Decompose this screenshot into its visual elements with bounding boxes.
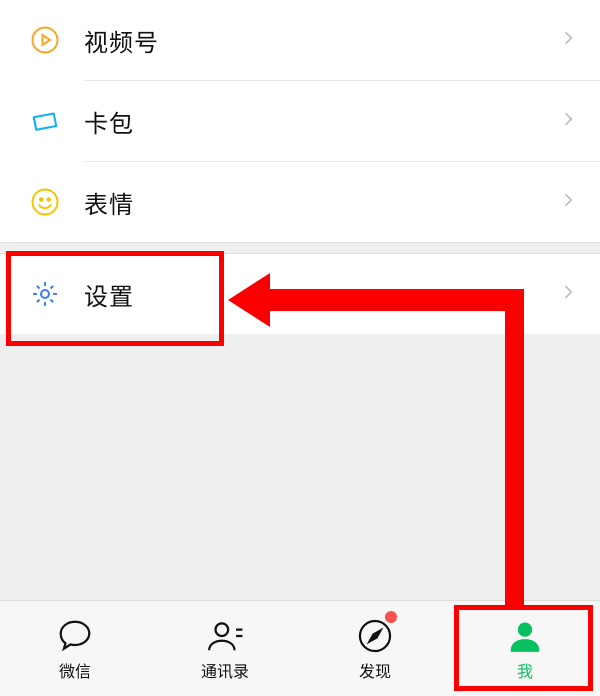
tab-chats[interactable]: 微信 [0,601,150,696]
notification-dot-icon [385,611,397,623]
person-icon [505,616,545,656]
menu-group-features: 视频号 卡包 表情 [0,0,600,242]
contacts-icon [205,616,245,656]
menu-group-settings: 设置 [0,254,600,334]
menu-item-label: 卡包 [84,104,558,139]
smile-icon [28,185,62,219]
chevron-right-icon [558,190,578,215]
annotation-arrow-stem [505,289,524,609]
tab-discover[interactable]: 发现 [300,601,450,696]
tab-contacts[interactable]: 通讯录 [150,601,300,696]
menu-item-channels[interactable]: 视频号 [0,0,600,80]
menu-item-stickers[interactable]: 表情 [0,162,600,242]
menu-item-label: 表情 [84,185,558,220]
menu-item-label: 视频号 [84,23,558,58]
menu-item-label: 设置 [84,277,558,312]
menu-item-settings[interactable]: 设置 [0,254,600,334]
chat-bubble-icon [55,616,95,656]
tab-label: 微信 [59,658,91,682]
channels-icon [28,23,62,57]
tab-bar: 微信 通讯录 发现 我 [0,600,600,696]
chevron-right-icon [558,282,578,307]
section-gap [0,242,600,254]
chevron-right-icon [558,28,578,53]
tab-label: 通讯录 [201,658,249,682]
tab-label: 我 [517,658,533,682]
cards-icon [28,104,62,138]
gear-icon [28,277,62,311]
tab-me[interactable]: 我 [450,601,600,696]
chevron-right-icon [558,109,578,134]
menu-item-cards[interactable]: 卡包 [0,81,600,161]
tab-label: 发现 [359,658,391,682]
